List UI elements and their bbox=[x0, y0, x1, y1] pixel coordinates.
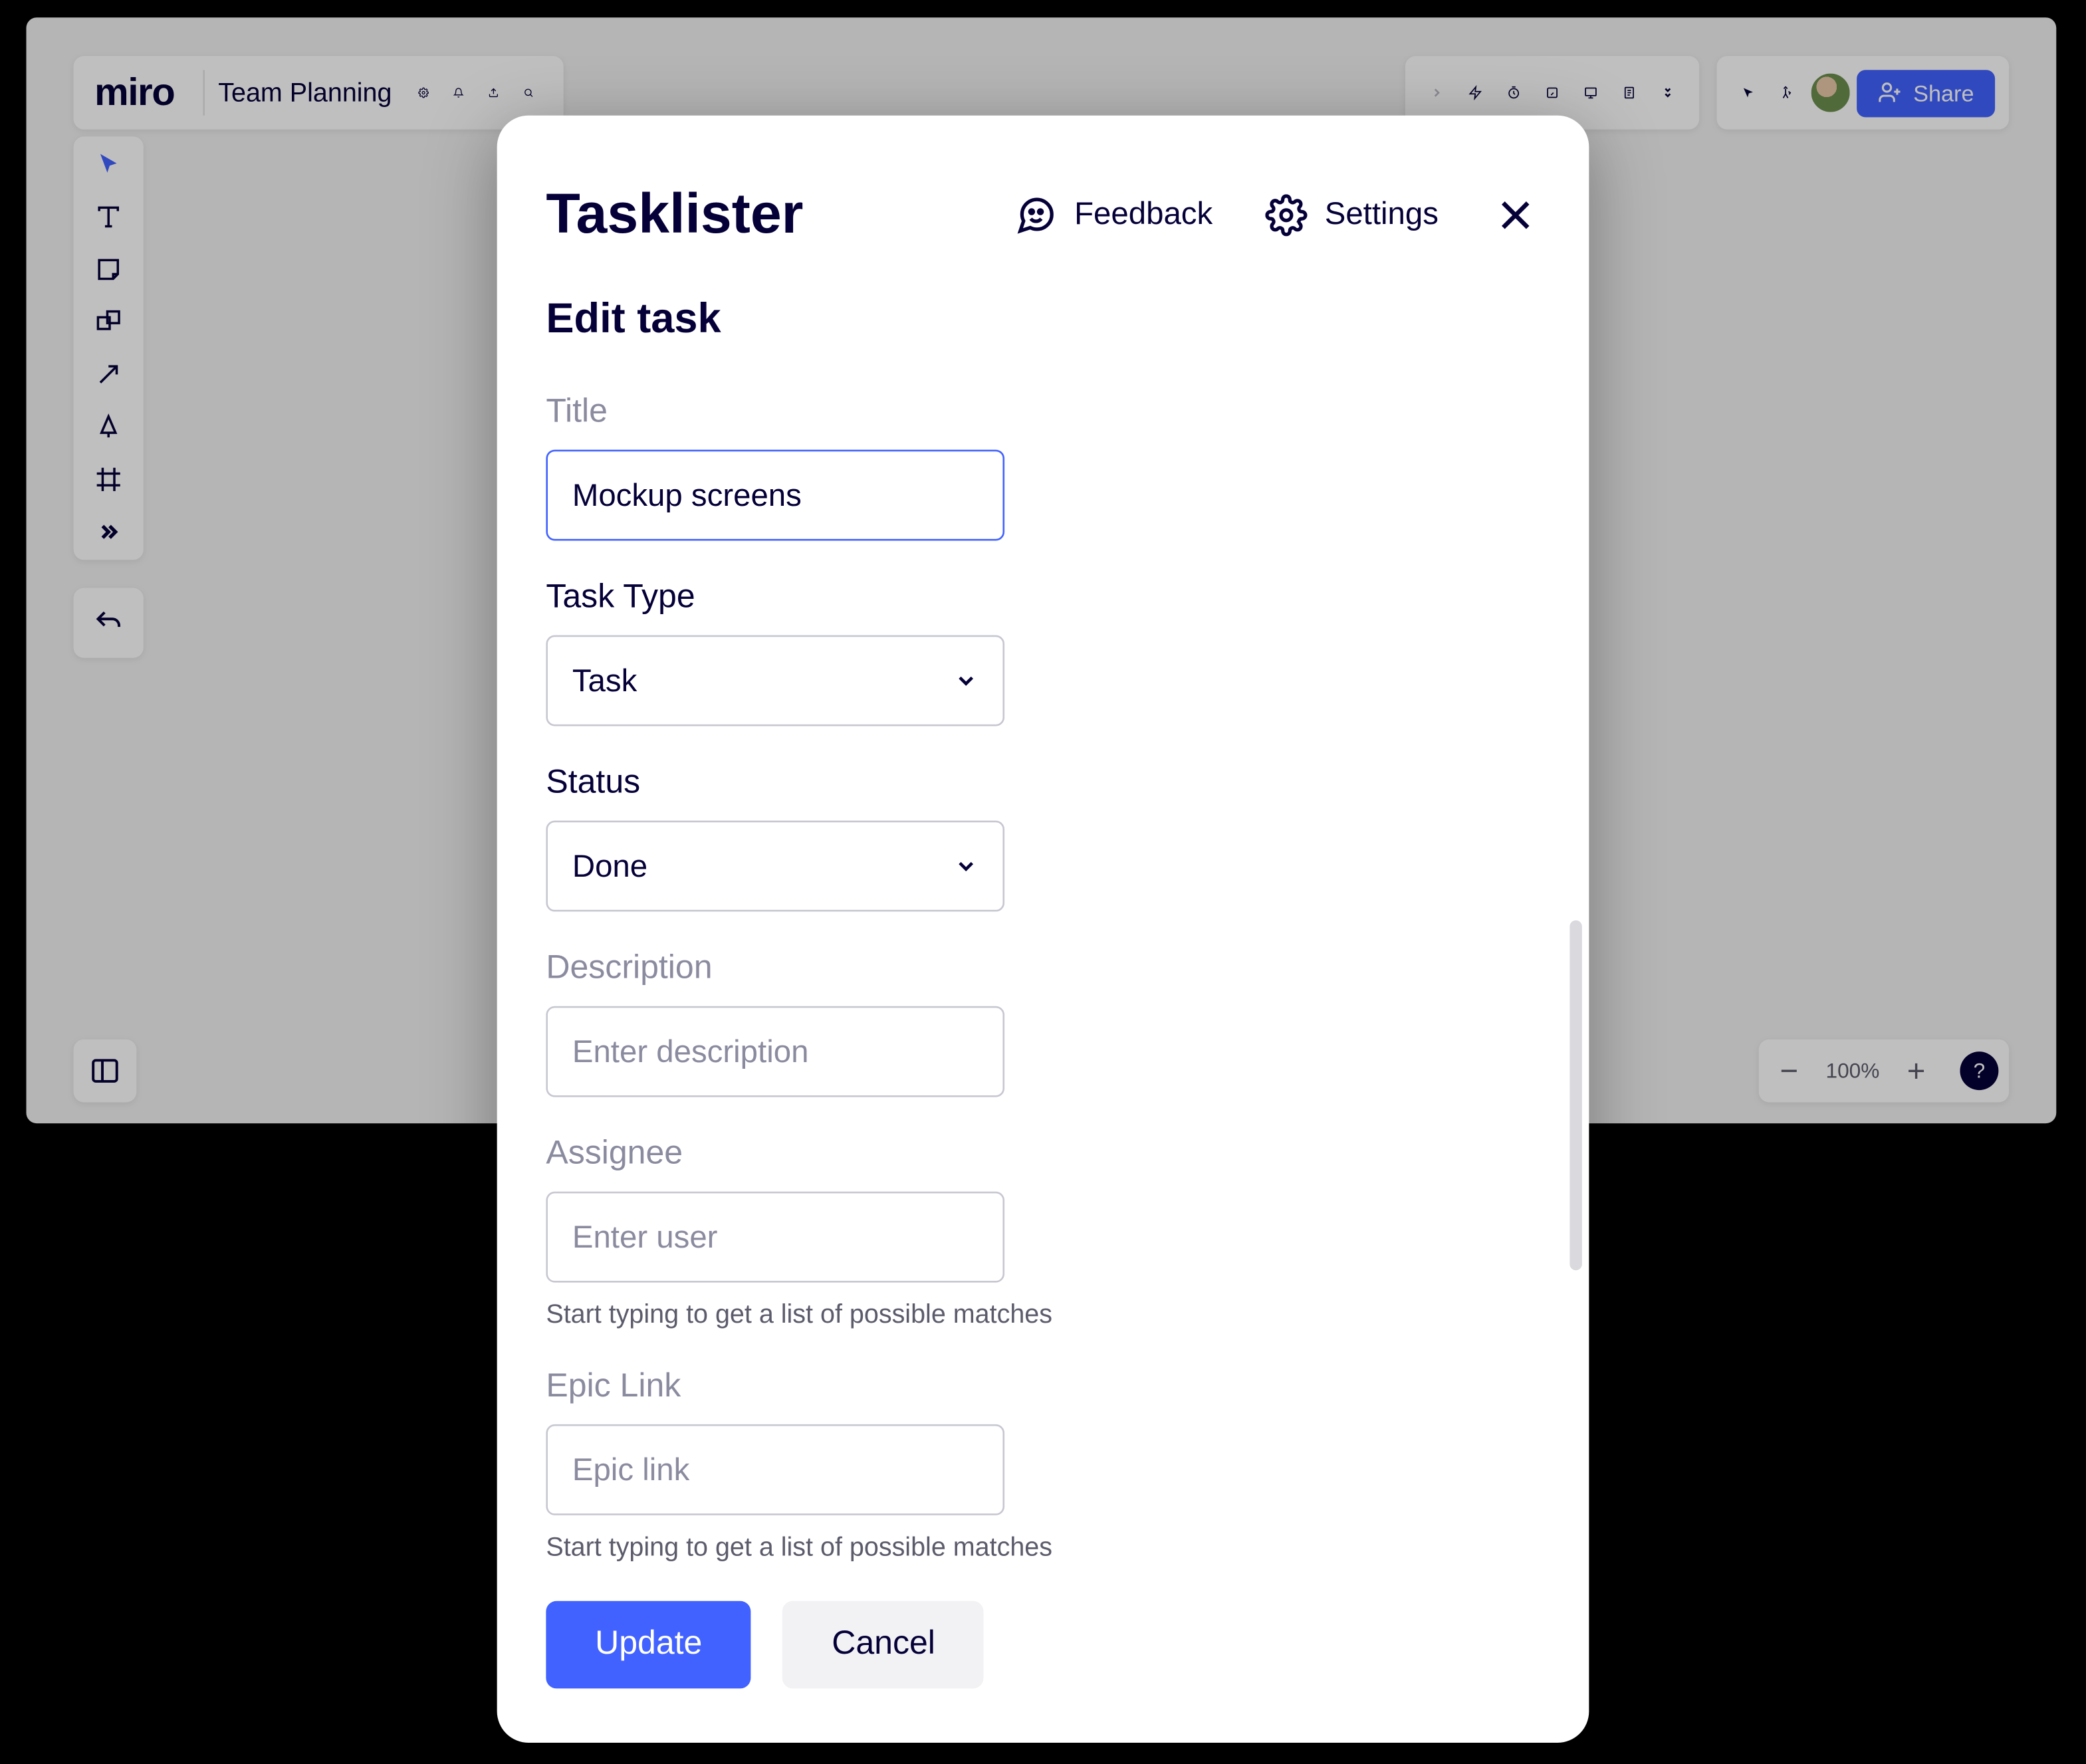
gear-icon bbox=[1265, 193, 1307, 235]
title-input-field[interactable] bbox=[572, 477, 979, 513]
status-value: Done bbox=[572, 847, 647, 884]
settings-label: Settings bbox=[1325, 196, 1439, 233]
modal-title: Tasklister bbox=[546, 182, 803, 247]
epic-link-label: Epic Link bbox=[546, 1369, 1540, 1407]
chevron-down-icon bbox=[954, 854, 979, 879]
modal-subtitle: Edit task bbox=[546, 296, 1540, 345]
assignee-input[interactable] bbox=[546, 1192, 1004, 1283]
epic-link-help: Start typing to get a list of possible m… bbox=[546, 1533, 1540, 1563]
feedback-icon bbox=[1015, 193, 1057, 235]
close-button[interactable] bbox=[1491, 190, 1540, 239]
description-input[interactable] bbox=[546, 1006, 1004, 1097]
task-type-value: Task bbox=[572, 662, 637, 699]
epic-link-input[interactable] bbox=[546, 1424, 1004, 1515]
status-select[interactable]: Done bbox=[546, 821, 1004, 912]
title-label: Title bbox=[546, 393, 1540, 432]
assignee-help: Start typing to get a list of possible m… bbox=[546, 1300, 1540, 1330]
task-type-label: Task Type bbox=[546, 579, 1540, 617]
description-input-field[interactable] bbox=[572, 1034, 979, 1070]
assignee-input-field[interactable] bbox=[572, 1219, 979, 1256]
status-label: Status bbox=[546, 764, 1540, 803]
description-label: Description bbox=[546, 950, 1540, 988]
epic-link-input-field[interactable] bbox=[572, 1452, 979, 1488]
assignee-label: Assignee bbox=[546, 1136, 1540, 1174]
cancel-button[interactable]: Cancel bbox=[782, 1601, 984, 1689]
update-button[interactable]: Update bbox=[546, 1601, 751, 1689]
feedback-label: Feedback bbox=[1074, 196, 1213, 233]
scrollbar[interactable] bbox=[1569, 921, 1581, 1271]
tasklister-modal: Tasklister Feedback Settings bbox=[497, 116, 1589, 1743]
task-type-select[interactable]: Task bbox=[546, 635, 1004, 726]
title-input[interactable] bbox=[546, 450, 1004, 541]
chevron-down-icon bbox=[954, 669, 979, 693]
settings-link[interactable]: Settings bbox=[1265, 193, 1439, 235]
feedback-link[interactable]: Feedback bbox=[1015, 193, 1213, 235]
